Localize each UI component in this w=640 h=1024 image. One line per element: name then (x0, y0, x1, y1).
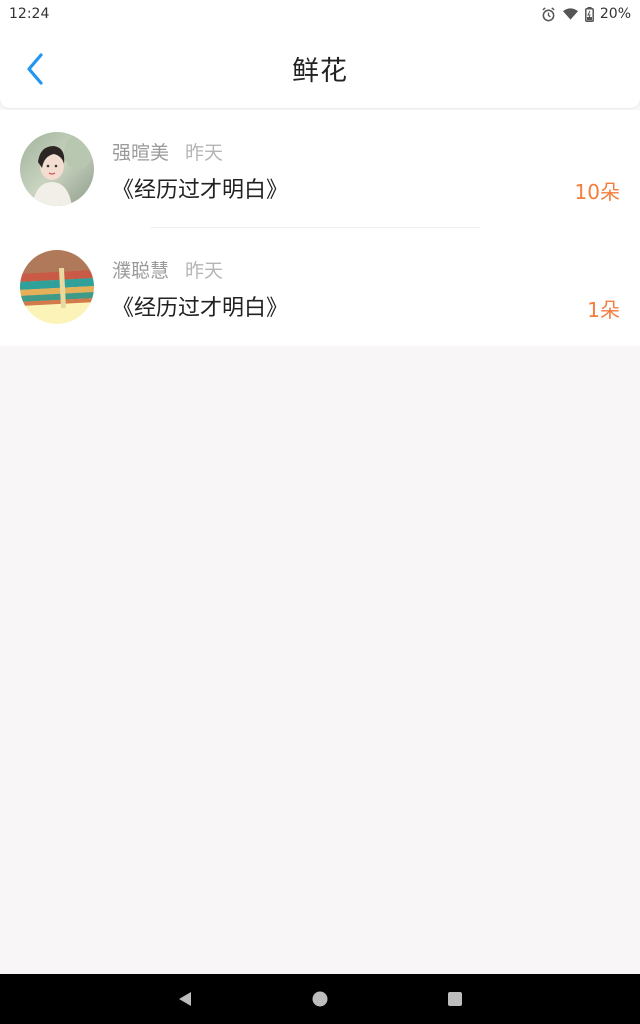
back-button[interactable] (18, 52, 52, 90)
book-title: 《经历过才明白》 (112, 296, 289, 321)
flower-count: 1朵 (587, 298, 620, 322)
wifi-icon (562, 7, 579, 21)
system-nav-bar (0, 974, 640, 1024)
chevron-left-icon (25, 53, 45, 89)
recents-square-icon[interactable] (445, 989, 465, 1009)
sent-time: 昨天 (185, 142, 224, 164)
battery-percent: 20% (599, 6, 631, 22)
avatar[interactable] (20, 250, 94, 324)
page-title: 鲜花 (292, 55, 348, 87)
status-icons: 20% (541, 6, 631, 22)
sender-name: 濮聪慧 (112, 260, 170, 282)
home-circle-icon[interactable] (310, 989, 330, 1009)
book-title: 《经历过才明白》 (112, 178, 289, 203)
back-triangle-icon[interactable] (175, 989, 195, 1009)
name-line: 强暄美 昨天 (112, 138, 223, 165)
list-item[interactable]: 濮聪慧 昨天 《经历过才明白》 1朵 (0, 228, 640, 346)
app-header: 鲜花 (0, 28, 640, 108)
flower-count: 10朵 (574, 180, 620, 204)
gift-list: 强暄美 昨天 《经历过才明白》 10朵 濮聪慧 昨天 《经历过才明白》 1朵 (0, 110, 640, 346)
sender-name: 强暄美 (112, 142, 170, 164)
name-line: 濮聪慧 昨天 (112, 256, 223, 283)
list-item[interactable]: 强暄美 昨天 《经历过才明白》 10朵 (0, 110, 640, 228)
alarm-icon (541, 6, 556, 22)
sent-time: 昨天 (185, 260, 224, 282)
avatar[interactable] (20, 132, 94, 206)
status-time: 12:24 (9, 6, 50, 22)
battery-icon (584, 6, 594, 22)
status-bar: 12:24 20% (0, 0, 640, 28)
